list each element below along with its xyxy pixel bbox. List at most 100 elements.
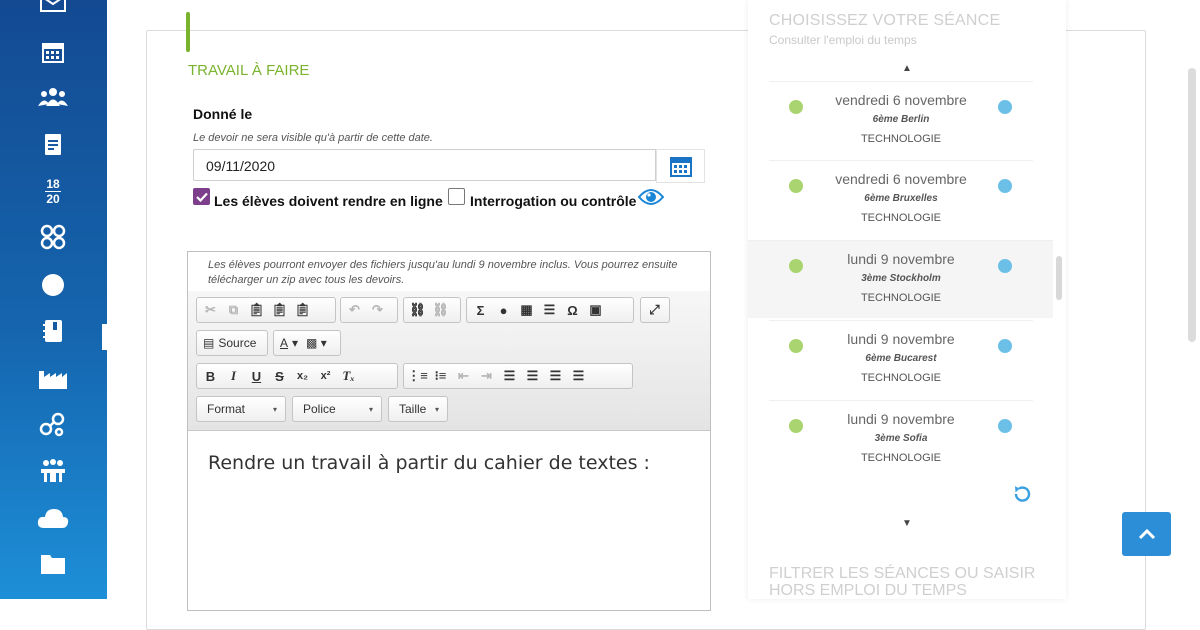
format-select[interactable]: Format ▾ [196, 396, 286, 422]
filter-sessions-title[interactable]: FILTRER LES SÉANCES OU SAISIR HORS EMPLO… [769, 565, 1059, 599]
grades-icon[interactable]: 18 20 [36, 176, 70, 206]
paste-icon[interactable]: 📋︎ [245, 299, 268, 321]
session-subject: TECHNOLOGIE [860, 133, 942, 145]
submit-online-checkbox[interactable] [193, 188, 210, 205]
strike-icon[interactable]: S [268, 365, 291, 387]
paste-word-icon[interactable]: 📋︎ [291, 299, 314, 321]
date-picker-button[interactable] [656, 149, 705, 183]
session-date: lundi 9 novembre [847, 331, 955, 347]
insert-group: Σ ● ▦ ☰ Ω ▣ [466, 297, 634, 323]
cut-icon[interactable]: ✂ [199, 299, 222, 321]
circle-icon[interactable] [36, 270, 70, 300]
outdent-icon[interactable]: ⇤ [452, 365, 475, 387]
image-icon[interactable]: ▣ [584, 299, 607, 321]
cloud-icon[interactable] [36, 503, 70, 533]
format-select-label: Format [207, 402, 246, 416]
align-right-icon[interactable]: ☰ [544, 365, 567, 387]
session-date: lundi 9 novembre [847, 411, 955, 427]
special-char-icon[interactable]: Ω [561, 299, 584, 321]
skills-icon[interactable] [36, 222, 70, 252]
clipboard-icon[interactable] [36, 129, 70, 159]
maximize-group: ⤢ [640, 297, 670, 323]
sum-icon[interactable]: Σ [469, 299, 492, 321]
session-item[interactable]: lundi 9 novembre 3ème Sofia TECHNOLOGIE [769, 400, 1033, 478]
color-group: A ▾ ▩ ▾ [273, 330, 341, 356]
session-item[interactable]: vendredi 6 novembre 6ème Berlin TECHNOLO… [769, 81, 1033, 159]
numbered-list-icon[interactable]: ⋮≡ [406, 365, 429, 387]
align-center-icon[interactable]: ☰ [521, 365, 544, 387]
copy-icon[interactable]: ⧉ [222, 299, 245, 321]
paragraph-group: ⋮≡ ⁝≡ ⇤ ⇥ ☰ ☰ ☰ ☰ [403, 363, 633, 389]
scroll-up-icon[interactable]: ▲ [902, 63, 912, 74]
maximize-icon[interactable]: ⤢ [643, 299, 666, 321]
subscript-icon[interactable]: x₂ [291, 365, 314, 387]
calendar-icon [669, 157, 692, 177]
justify-icon[interactable]: ☰ [567, 365, 590, 387]
notebook-icon[interactable] [36, 316, 70, 346]
size-select-label: Taille [399, 402, 427, 416]
unlink-icon[interactable]: ⛓ [429, 299, 452, 321]
network-icon[interactable] [36, 409, 70, 439]
indent-icon[interactable]: ⇥ [475, 365, 498, 387]
format-buttons-group: B I U S x₂ x² Tₓ [196, 363, 398, 389]
text-color-icon[interactable]: A ▾ [276, 332, 302, 354]
italic-icon[interactable]: I [222, 365, 245, 387]
source-button[interactable]: ▤ Source [196, 330, 268, 356]
rich-text-editor: Les élèves pourront envoyer des fichiers… [187, 251, 711, 611]
test-checkbox[interactable] [448, 188, 465, 205]
link-icon[interactable]: ⛓ [406, 299, 429, 321]
given-date-input[interactable]: 09/11/2020 [193, 149, 656, 181]
session-item[interactable]: vendredi 6 novembre 6ème Bruxelles TECHN… [769, 160, 1033, 238]
font-select-label: Police [303, 402, 336, 416]
sidebar: 18 20 [0, 0, 107, 599]
clipboard-group: ✂ ⧉ 📋︎ 📋︎ 📋︎ [196, 297, 336, 323]
calendar-icon[interactable] [36, 37, 70, 67]
folder-icon[interactable] [36, 549, 70, 579]
submit-online-label: Les élèves doivent rendre en ligne [214, 193, 443, 209]
align-left-icon[interactable]: ☰ [498, 365, 521, 387]
eye-icon[interactable] [637, 188, 665, 211]
table-icon[interactable]: ▦ [515, 299, 538, 321]
refresh-icon[interactable] [1012, 484, 1032, 509]
session-item-selected[interactable]: lundi 9 novembre 3ème Stockholm TECHNOLO… [748, 240, 1053, 318]
font-select[interactable]: Police ▾ [292, 396, 382, 422]
users-icon[interactable] [36, 82, 70, 112]
size-select[interactable]: Taille ▾ [388, 396, 448, 422]
mail-icon[interactable] [36, 0, 70, 18]
section-title: TRAVAIL À FAIRE [188, 62, 310, 79]
grade-top: 18 [46, 176, 60, 191]
session-status-dot [998, 339, 1012, 353]
superscript-icon[interactable]: x² [314, 365, 337, 387]
paste-text-icon[interactable]: 📋︎ [268, 299, 291, 321]
underline-icon[interactable]: U [245, 365, 268, 387]
checkmark-icon [195, 192, 208, 202]
sessions-panel-title: CHOISISSEZ VOTRE SÉANCE [769, 12, 1001, 29]
bold-icon[interactable]: B [199, 365, 222, 387]
horizontal-rule-icon[interactable]: ☰ [538, 299, 561, 321]
source-icon: ▤ [203, 336, 215, 350]
editor-toolbar: ✂ ⧉ 📋︎ 📋︎ 📋︎ ↶ ↷ ⛓ ⛓ Σ ● ▦ ☰ Ω ▣ ⤢ ▤ Sour… [188, 291, 710, 431]
timetable-link[interactable]: Consulter l'emploi du temps [769, 33, 917, 47]
bg-color-icon[interactable]: ▩ ▾ [302, 332, 331, 354]
session-class: 3ème Sofia [874, 433, 928, 444]
editor-content[interactable]: Rendre un travail à partir du cahier de … [208, 452, 650, 474]
factory-icon[interactable] [36, 363, 70, 393]
given-date-label: Donné le [193, 106, 253, 122]
back-to-top-button[interactable] [1122, 512, 1171, 556]
scroll-down-icon[interactable]: ▼ [902, 518, 912, 529]
compass-icon[interactable]: ● [492, 299, 515, 321]
redo-icon[interactable]: ↷ [366, 299, 389, 321]
remove-format-icon[interactable]: Tₓ [337, 365, 360, 387]
session-class: 6ème Berlin [872, 114, 930, 125]
undo-icon[interactable]: ↶ [343, 299, 366, 321]
meeting-icon[interactable] [36, 456, 70, 486]
session-item[interactable]: lundi 9 novembre 6ème Bucarest TECHNOLOG… [769, 320, 1033, 398]
bullet-list-icon[interactable]: ⁝≡ [429, 365, 452, 387]
sessions-scrollbar[interactable] [1056, 256, 1062, 300]
page-scrollbar[interactable] [1188, 68, 1196, 342]
session-subject: TECHNOLOGIE [860, 372, 942, 384]
chevron-up-icon [1138, 528, 1155, 540]
source-label: Source [218, 336, 257, 350]
session-subject: TECHNOLOGIE [860, 452, 942, 464]
session-class: 6ème Bruxelles [864, 193, 938, 204]
